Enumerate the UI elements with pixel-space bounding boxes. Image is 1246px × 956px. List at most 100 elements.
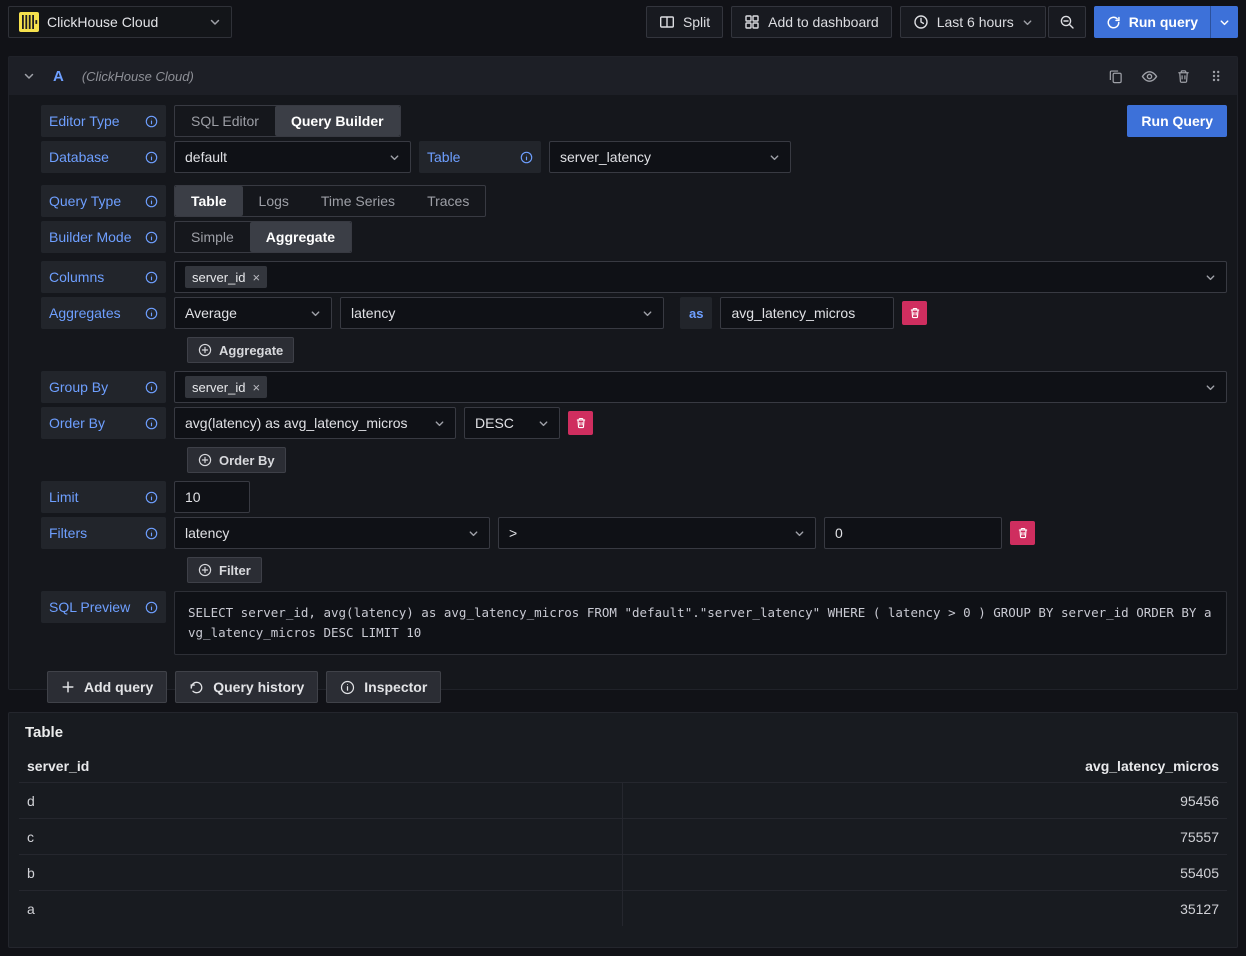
table-row[interactable]: c 75557 xyxy=(19,818,1227,854)
aggregate-alias-input[interactable] xyxy=(720,297,894,329)
order-by-direction-select[interactable]: DESC xyxy=(464,407,560,439)
filter-column-select[interactable]: latency xyxy=(174,517,490,549)
refresh-icon xyxy=(1106,15,1121,30)
aggregate-function-select[interactable]: Average xyxy=(174,297,332,329)
query-ref-id[interactable]: A xyxy=(53,68,64,85)
add-order-by-button[interactable]: Order By xyxy=(187,447,286,473)
table-row[interactable]: b 55405 xyxy=(19,854,1227,890)
info-icon[interactable] xyxy=(145,417,158,430)
plus-circle-icon xyxy=(198,453,212,467)
filter-operator-select[interactable]: > xyxy=(498,517,816,549)
chevron-down-icon xyxy=(1205,382,1216,393)
builder-mode-simple[interactable]: Simple xyxy=(175,222,250,252)
add-query-button[interactable]: Add query xyxy=(47,671,167,703)
info-icon[interactable] xyxy=(145,491,158,504)
clickhouse-logo-icon xyxy=(19,12,39,32)
info-icon[interactable] xyxy=(145,601,158,614)
aggregates-label: Aggregates xyxy=(41,297,166,329)
query-header: A (ClickHouse Cloud) xyxy=(9,57,1237,95)
chevron-down-icon xyxy=(310,308,321,319)
drag-handle-icon[interactable] xyxy=(1209,68,1223,84)
history-icon xyxy=(189,680,204,695)
add-filter-button[interactable]: Filter xyxy=(187,557,262,583)
info-circle-icon xyxy=(340,680,355,695)
run-query-editor-button[interactable]: Run Query xyxy=(1127,105,1227,137)
remove-aggregate-button[interactable] xyxy=(902,301,927,325)
split-button[interactable]: Split xyxy=(646,6,723,38)
query-type-traces[interactable]: Traces xyxy=(411,186,485,216)
info-icon[interactable] xyxy=(145,527,158,540)
query-editor-card: A (ClickHouse Cloud) Editor Type SQL Edi… xyxy=(8,56,1238,690)
query-type-logs[interactable]: Logs xyxy=(243,186,305,216)
editor-type-label: Editor Type xyxy=(41,105,166,137)
database-select[interactable]: default xyxy=(174,141,411,173)
table-row[interactable]: d 95456 xyxy=(19,782,1227,818)
info-icon[interactable] xyxy=(145,195,158,208)
table-header-row: server_id avg_latency_micros xyxy=(19,749,1227,782)
info-icon[interactable] xyxy=(145,307,158,320)
clock-icon xyxy=(913,14,929,30)
database-label: Database xyxy=(41,141,166,173)
column-header-avg-latency-micros[interactable]: avg_latency_micros xyxy=(623,758,1227,774)
split-label: Split xyxy=(683,14,710,30)
info-icon[interactable] xyxy=(145,151,158,164)
add-aggregate-button[interactable]: Aggregate xyxy=(187,337,294,363)
remove-chip-icon[interactable]: × xyxy=(252,381,260,394)
columns-multiselect[interactable]: server_id × xyxy=(174,261,1227,293)
column-chip: server_id × xyxy=(185,266,267,288)
hide-query-eye-icon[interactable] xyxy=(1141,68,1158,85)
aggregate-column-select[interactable]: latency xyxy=(340,297,664,329)
datasource-picker[interactable]: ClickHouse Cloud xyxy=(8,6,232,38)
query-footer: Add query Query history Inspector xyxy=(41,659,1227,703)
limit-input[interactable] xyxy=(174,481,250,513)
remove-order-by-button[interactable] xyxy=(568,411,593,435)
time-range-picker[interactable]: Last 6 hours xyxy=(900,6,1046,38)
zoom-out-time-button[interactable] xyxy=(1048,6,1086,38)
chevron-down-icon xyxy=(209,16,221,28)
query-history-button[interactable]: Query history xyxy=(175,671,318,703)
time-range-label: Last 6 hours xyxy=(937,14,1014,30)
builder-mode-label: Builder Mode xyxy=(41,221,166,253)
run-query-dropdown[interactable] xyxy=(1210,6,1238,38)
column-header-server-id[interactable]: server_id xyxy=(19,758,623,774)
remove-chip-icon[interactable]: × xyxy=(252,271,260,284)
as-keyword-label: as xyxy=(680,297,712,329)
order-by-label: Order By xyxy=(41,407,166,439)
inspector-button[interactable]: Inspector xyxy=(326,671,441,703)
remove-filter-button[interactable] xyxy=(1010,521,1035,545)
trash-icon xyxy=(909,307,921,319)
plus-circle-icon xyxy=(198,343,212,357)
editor-type-query-builder[interactable]: Query Builder xyxy=(275,106,400,136)
group-by-multiselect[interactable]: server_id × xyxy=(174,371,1227,403)
run-query-label: Run query xyxy=(1129,14,1198,30)
collapse-chevron-icon[interactable] xyxy=(23,70,35,82)
trash-icon xyxy=(575,417,587,429)
chevron-down-icon xyxy=(389,152,400,163)
table-row[interactable]: a 35127 xyxy=(19,890,1227,926)
sql-preview-label: SQL Preview xyxy=(41,591,166,623)
order-by-field-select[interactable]: avg(latency) as avg_latency_micros xyxy=(174,407,456,439)
table-label: Table xyxy=(419,141,541,173)
trash-icon xyxy=(1017,527,1029,539)
editor-type-sql-editor[interactable]: SQL Editor xyxy=(175,106,275,136)
run-query-split-button[interactable]: Run query xyxy=(1094,6,1238,38)
result-table: server_id avg_latency_micros d 95456 c 7… xyxy=(19,749,1227,926)
chevron-down-icon xyxy=(1022,17,1033,28)
info-icon[interactable] xyxy=(520,151,533,164)
info-icon[interactable] xyxy=(145,381,158,394)
query-type-table[interactable]: Table xyxy=(175,186,243,216)
chevron-down-icon xyxy=(642,308,653,319)
table-select[interactable]: server_latency xyxy=(549,141,791,173)
query-type-time-series[interactable]: Time Series xyxy=(305,186,411,216)
info-icon[interactable] xyxy=(145,231,158,244)
duplicate-query-icon[interactable] xyxy=(1108,69,1123,84)
builder-mode-aggregate[interactable]: Aggregate xyxy=(250,222,351,252)
group-by-label: Group By xyxy=(41,371,166,403)
filter-value-input[interactable] xyxy=(824,517,1002,549)
apps-grid-icon xyxy=(744,14,760,30)
add-to-dashboard-button[interactable]: Add to dashboard xyxy=(731,6,892,38)
group-by-chip: server_id × xyxy=(185,376,267,398)
info-icon[interactable] xyxy=(145,271,158,284)
info-icon[interactable] xyxy=(145,115,158,128)
remove-query-trash-icon[interactable] xyxy=(1176,69,1191,84)
